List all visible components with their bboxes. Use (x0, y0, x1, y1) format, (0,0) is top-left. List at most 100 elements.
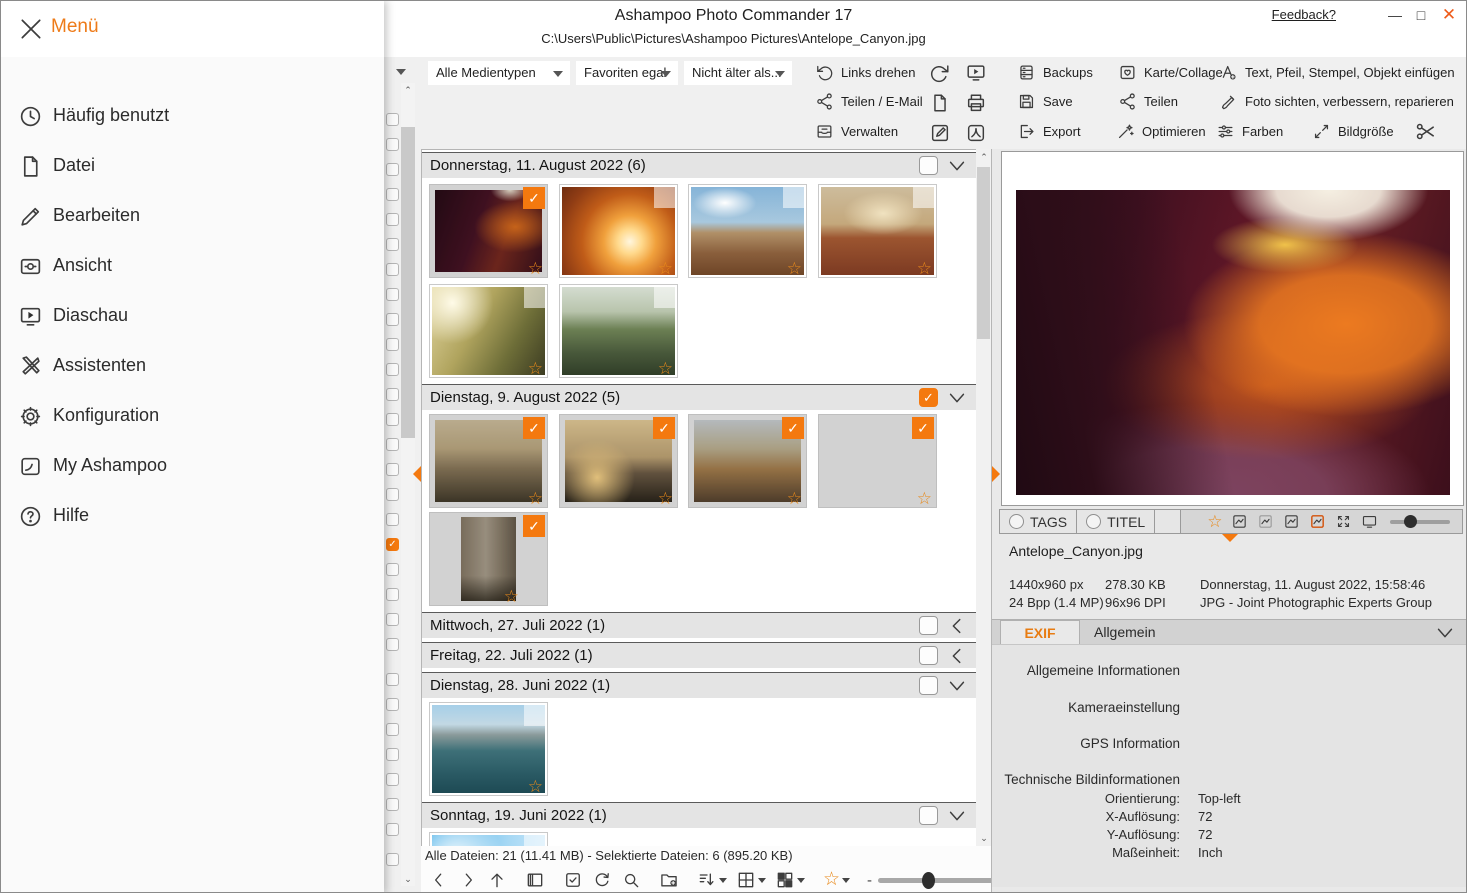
row-checkbox[interactable] (386, 313, 399, 326)
rotate-right-button[interactable] (929, 62, 951, 84)
row-checkbox[interactable] (386, 288, 399, 301)
exif-section-general[interactable]: Allgemeine Informationen (1027, 663, 1180, 678)
scroll-up-icon[interactable]: ⌃ (977, 150, 991, 164)
row-checkbox[interactable] (386, 823, 399, 836)
row-checkbox[interactable] (386, 188, 399, 201)
row-checkbox[interactable] (386, 463, 399, 476)
collapse-right-handle[interactable] (992, 466, 1000, 482)
hover-checkbox-area[interactable] (524, 835, 545, 846)
titel-radio-button[interactable]: TITEL (1077, 510, 1155, 533)
thumbnail-antelope-canyon[interactable]: ✓ ☆ (429, 184, 548, 278)
preview-zoom-slider[interactable] (1390, 520, 1450, 524)
crop-button[interactable] (1414, 120, 1436, 142)
colors-button[interactable]: Farben (1216, 122, 1283, 141)
sidebar-item-konfiguration[interactable]: Konfiguration (1, 391, 384, 441)
row-checkbox[interactable] (386, 613, 399, 626)
thumbnail-camp-lake[interactable]: ☆ (559, 284, 678, 378)
thumbnail-venice-gondolas[interactable]: ✓ ☆ (429, 414, 548, 508)
manage-button[interactable]: Verwalten (815, 122, 898, 141)
pdf-button[interactable] (965, 122, 987, 144)
row-checkbox[interactable] (386, 588, 399, 601)
previous-button[interactable] (429, 870, 449, 890)
up-folder-button[interactable] (487, 870, 507, 890)
selected-checkbox[interactable]: ✓ (523, 515, 545, 537)
tiles-view-dropdown[interactable] (775, 870, 805, 890)
chevron-left-icon[interactable] (946, 645, 968, 667)
share-email-button[interactable]: Teilen / E-Mail (815, 92, 923, 111)
hover-checkbox-area[interactable] (524, 287, 545, 308)
rotate-button[interactable] (592, 870, 612, 890)
row-checkbox[interactable] (386, 113, 399, 126)
sidebar-item-hilfe[interactable]: Hilfe (1, 491, 384, 541)
chevron-down-icon[interactable] (946, 387, 968, 409)
star-icon[interactable]: ☆ (917, 259, 932, 279)
group-checkbox[interactable] (919, 676, 938, 695)
review-photo-button[interactable]: Foto sichten, verbessern, reparieren (1219, 92, 1454, 111)
row-checkbox[interactable] (386, 748, 399, 761)
export-button[interactable]: Export (1017, 122, 1081, 141)
row-checkbox[interactable] (386, 638, 399, 651)
chevron-down-icon[interactable] (946, 155, 968, 177)
row-checkbox[interactable] (386, 163, 399, 176)
select-mode-button[interactable] (563, 870, 583, 890)
star-icon[interactable]: ☆ (504, 587, 519, 607)
close-menu-icon[interactable] (18, 16, 44, 42)
row-checkbox[interactable] (386, 263, 399, 276)
group-checkbox[interactable] (919, 806, 938, 825)
group-header-3[interactable]: Mittwoch, 27. Juli 2022 (1) (422, 612, 976, 638)
rotate-left-button[interactable]: Links drehen (815, 63, 915, 82)
scroll-up-icon[interactable]: ⌃ (401, 83, 415, 97)
selected-checkbox[interactable]: ✓ (653, 417, 675, 439)
collapse-left-handle[interactable] (413, 466, 421, 482)
fit-height-icon[interactable] (1283, 513, 1300, 530)
row-checkbox[interactable] (386, 853, 399, 866)
favorites-dropdown[interactable]: Favoriten egal (576, 61, 678, 85)
group-header-6[interactable]: Sonntag, 19. Juni 2022 (1) (422, 802, 976, 828)
thumbnail-milan-cathedral[interactable]: ✓ ☆ (559, 414, 678, 508)
row-checkbox[interactable] (386, 388, 399, 401)
sidebar-item-datei[interactable]: Datei (1, 141, 384, 191)
row-checkbox[interactable] (386, 673, 399, 686)
hover-checkbox-area[interactable] (654, 287, 675, 308)
sidebar-item-diaschau[interactable]: Diaschau (1, 291, 384, 341)
optimize-button[interactable]: Optimieren (1116, 122, 1206, 141)
group-checkbox[interactable] (919, 156, 938, 175)
sidebar-item-haeufig-benutzt[interactable]: Häufig benutzt (1, 91, 384, 141)
card-collage-button[interactable]: Karte/Collage (1118, 63, 1223, 82)
share-button[interactable]: Teilen (1118, 92, 1178, 111)
thumbnail-venice-canal[interactable]: ✓ ☆ (429, 512, 548, 606)
star-icon[interactable]: ☆ (528, 489, 543, 509)
fit-width-icon[interactable] (1257, 513, 1274, 530)
row-checkbox[interactable] (386, 773, 399, 786)
fullscreen-icon[interactable] (1335, 513, 1352, 530)
tab-exif[interactable]: EXIF (1000, 620, 1080, 645)
thumbnail-monument-valley[interactable]: ☆ (818, 184, 937, 278)
selected-checkbox[interactable]: ✓ (523, 187, 545, 209)
backups-button[interactable]: Backups (1017, 63, 1093, 82)
new-folder-button[interactable] (659, 870, 679, 890)
row-checkbox[interactable] (386, 438, 399, 451)
star-icon[interactable]: ☆ (658, 259, 673, 279)
slideshow-button[interactable] (965, 62, 987, 84)
star-icon[interactable]: ☆ (787, 259, 802, 279)
sidebar-item-bearbeiten[interactable]: Bearbeiten (1, 191, 384, 241)
edit-button[interactable] (929, 122, 951, 144)
insert-objects-button[interactable]: Text, Pfeil, Stempel, Objekt einfügen (1219, 63, 1455, 82)
grid-scrollbar[interactable]: ⌃ ⌄ (976, 149, 991, 846)
star-icon[interactable]: ☆ (787, 489, 802, 509)
row-checkbox[interactable] (386, 413, 399, 426)
hover-checkbox-area[interactable] (913, 187, 934, 208)
group-checkbox-checked[interactable]: ✓ (919, 388, 938, 407)
group-checkbox[interactable] (919, 616, 938, 635)
chevron-left-icon[interactable] (946, 615, 968, 637)
monitor-icon[interactable] (1361, 513, 1378, 530)
group-header-5[interactable]: Dienstag, 28. Juni 2022 (1) (422, 672, 976, 698)
group-header-4[interactable]: Freitag, 22. Juli 2022 (1) (422, 642, 976, 668)
new-file-button[interactable] (929, 92, 951, 114)
selected-checkbox[interactable]: ✓ (912, 417, 934, 439)
scroll-down-icon[interactable]: ⌄ (401, 872, 415, 886)
thumbnail-manarola-night[interactable]: ✓ ☆ (818, 414, 937, 508)
star-icon[interactable]: ☆ (917, 489, 932, 509)
close-button[interactable]: ✕ (1438, 5, 1460, 25)
row-checkbox[interactable] (386, 513, 399, 526)
